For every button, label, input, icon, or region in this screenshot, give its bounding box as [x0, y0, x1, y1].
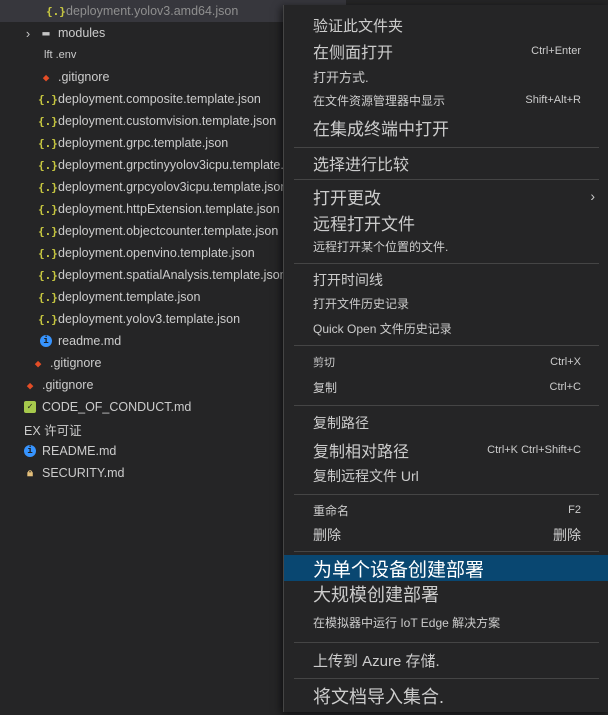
json-icon: {.} — [38, 312, 58, 326]
tree-item-label: readme.md — [58, 334, 122, 348]
menu-item-upload-to-azure-storage[interactable]: 上传到 Azure 存储. — [284, 647, 608, 673]
menu-item-copy[interactable]: 复制 Ctrl+C — [284, 376, 608, 398]
tree-item-label: deployment.spatialAnalysis.template.json — [58, 268, 287, 282]
tree-item-label: deployment.composite.template.json — [58, 92, 261, 106]
menu-separator — [294, 405, 599, 406]
menu-item-open-file-history[interactable]: 打开文件历史记录 — [284, 292, 608, 314]
menu-separator — [294, 494, 599, 495]
menu-item-open-remote-file[interactable]: 远程打开文件 — [284, 209, 608, 235]
menu-separator — [294, 345, 599, 346]
menu-item-rename[interactable]: 重命名 F2 — [284, 498, 608, 522]
tree-item-label: .gitignore — [58, 70, 110, 84]
menu-item-open-timeline[interactable]: 打开时间线 — [284, 268, 608, 292]
menu-item-reveal-folder[interactable]: 验证此文件夹 — [284, 13, 608, 37]
tree-item-label: README.md — [42, 444, 117, 458]
json-icon: {.} — [38, 290, 58, 304]
json-icon: {.} — [46, 4, 66, 18]
menu-separator — [294, 179, 599, 180]
menu-item-open-changes[interactable]: 打开更改 › — [284, 183, 608, 209]
tree-item-readme-root[interactable]: i README.md — [0, 440, 322, 462]
tree-item-gitignore[interactable]: ◆ .gitignore — [0, 374, 322, 396]
menu-item-delete[interactable]: 删除 删除 — [284, 522, 608, 548]
json-icon: {.} — [38, 158, 58, 172]
menu-item-copy-remote-url[interactable]: 复制远程文件 Url — [284, 464, 608, 488]
tree-item-label: deployment.objectcounter.template.json — [58, 224, 279, 238]
json-icon: {.} — [38, 92, 58, 106]
menu-item-open-in-terminal[interactable]: 在集成终端中打开 — [284, 113, 608, 141]
tree-item-modules-folder[interactable]: › ▬ modules — [0, 22, 322, 44]
tree-item-label: SECURITY.md — [42, 466, 125, 480]
context-menu: 验证此文件夹 在侧面打开 Ctrl+Enter 打开方式. 在文件资源管理器中显… — [283, 5, 608, 712]
tree-item-label: deployment.grpc.template.json — [58, 136, 229, 150]
menu-item-run-in-simulator[interactable]: 在模拟器中运行 IoT Edge 解决方案 — [284, 611, 608, 633]
tree-item-label: modules — [58, 26, 106, 40]
json-icon: {.} — [38, 114, 58, 128]
menu-separator — [294, 147, 599, 148]
lock-icon: 🔒︎ — [27, 466, 33, 479]
json-icon: {.} — [38, 246, 58, 260]
tree-item-label: lft .env — [44, 49, 77, 61]
git-icon: ◆ — [42, 70, 50, 84]
tree-item-label: deployment.customvision.template.json — [58, 114, 277, 128]
menu-item-copy-path[interactable]: 复制路径 — [284, 411, 608, 435]
tree-item-label: .gitignore — [42, 378, 94, 392]
info-icon: i — [24, 445, 36, 457]
menu-item-import-document[interactable]: 将文档导入集合. — [284, 682, 608, 710]
menu-item-create-deployment-at-scale[interactable]: 大规模创建部署 — [284, 581, 608, 607]
chevron-right-icon: › — [590, 188, 595, 204]
menu-item-copy-relative-path[interactable]: 复制相对路径 Ctrl+K Ctrl+Shift+C — [284, 437, 608, 463]
tree-item-gitignore[interactable]: ◆ .gitignore — [0, 352, 330, 374]
git-icon: ◆ — [26, 378, 34, 392]
tree-item-label: .gitignore — [50, 356, 102, 370]
menu-item-cut[interactable]: 剪切 Ctrl+X — [284, 351, 608, 373]
chevron-right-icon[interactable]: › — [22, 26, 34, 41]
tree-item-label: deployment.openvino.template.json — [58, 246, 255, 260]
menu-item-open-with[interactable]: 打开方式. — [284, 65, 608, 87]
tree-item-label: deployment.grpcyolov3icpu.template.json — [58, 180, 288, 194]
tree-item-label: CODE_OF_CONDUCT.md — [42, 400, 192, 414]
tree-item-license[interactable]: EX 许可证 — [0, 418, 324, 440]
tree-item-label: deployment.template.json — [58, 290, 201, 304]
json-icon: {.} — [38, 180, 58, 194]
menu-separator — [294, 551, 599, 552]
tree-item-label: deployment.yolov3.template.json — [58, 312, 241, 326]
tree-item-code-of-conduct[interactable]: ✓ CODE_OF_CONDUCT.md — [0, 396, 322, 418]
menu-separator — [294, 678, 599, 679]
check-icon: ✓ — [24, 401, 36, 413]
menu-item-quick-open-history[interactable]: Quick Open 文件历史记录 — [284, 317, 608, 339]
menu-item-reveal-in-explorer[interactable]: 在文件资源管理器中显示 Shift+Alt+R — [284, 89, 608, 111]
menu-item-open-remote-file-at[interactable]: 远程打开某个位置的文件. — [284, 235, 608, 257]
tree-item-label: deployment.grpctinyyolov3icpu.template.j… — [58, 158, 307, 172]
info-icon: i — [40, 335, 52, 347]
menu-item-create-deployment-single-device[interactable]: 为单个设备创建部署 — [284, 555, 608, 581]
json-icon: {.} — [38, 202, 58, 216]
menu-item-select-for-compare[interactable]: 选择进行比较 — [284, 150, 608, 176]
tree-item-label: deployment.yolov3.amd64.json — [66, 4, 239, 18]
menu-separator — [294, 642, 599, 643]
tree-item-security-md[interactable]: 🔒︎ SECURITY.md — [0, 462, 322, 484]
tree-item-label: EX 许可证 — [24, 423, 82, 438]
json-icon: {.} — [38, 224, 58, 238]
json-icon: {.} — [38, 268, 58, 282]
menu-item-open-to-side[interactable]: 在侧面打开 Ctrl+Enter — [284, 38, 608, 64]
git-icon: ◆ — [34, 356, 42, 370]
folder-icon: ▬ — [42, 26, 50, 40]
json-icon: {.} — [38, 136, 58, 150]
menu-separator — [294, 263, 599, 264]
tree-item-label: deployment.httpExtension.template.json — [58, 202, 280, 216]
